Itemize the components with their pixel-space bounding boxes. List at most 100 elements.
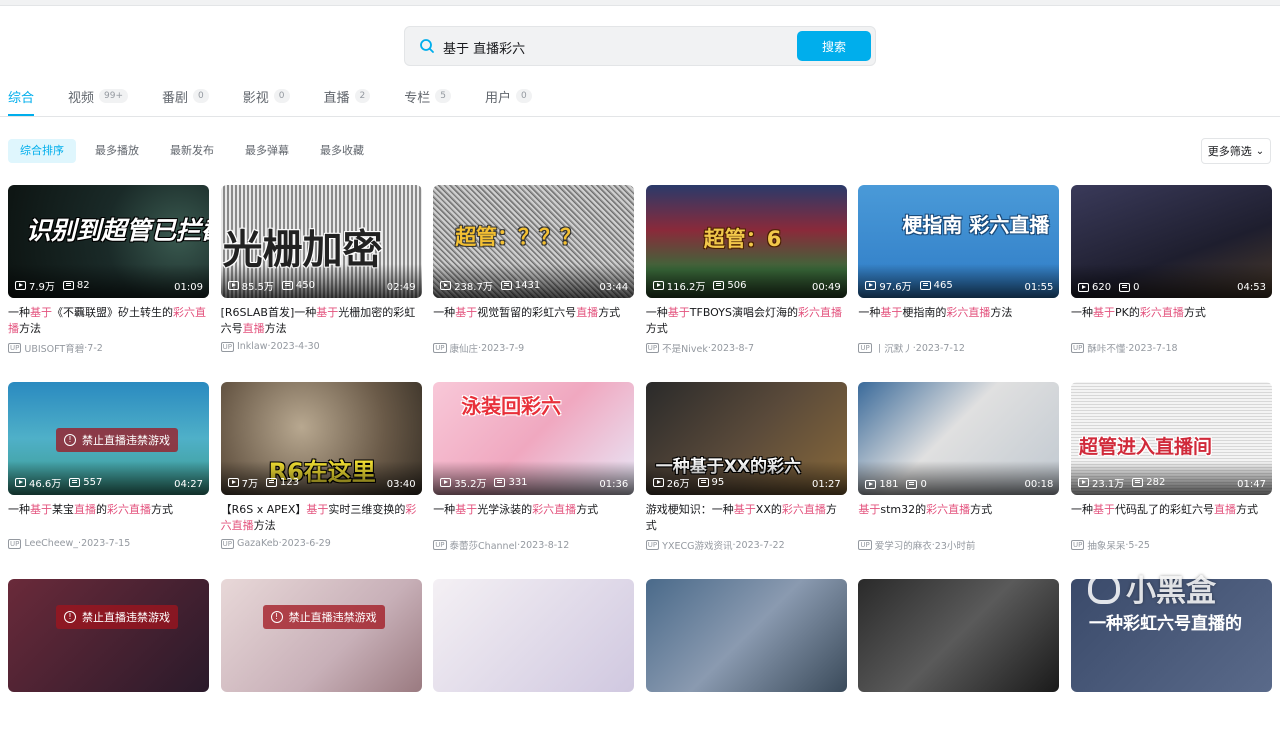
publish-date: 23小时前 xyxy=(934,541,976,552)
sort-most-danmaku[interactable]: 最多弹幕 xyxy=(233,139,301,163)
more-filters-button[interactable]: 更多筛选 ⌄ xyxy=(1201,138,1271,164)
sort-default[interactable]: 综合排序 xyxy=(8,139,76,163)
publish-date: 5-25 xyxy=(1128,539,1150,551)
author-name[interactable]: Inklaw xyxy=(237,341,268,352)
video-title[interactable]: [R6SLAB首发]一种基于光栅加密的彩虹六号直播方法 xyxy=(221,305,422,337)
author-name[interactable]: 康仙庄 xyxy=(450,341,479,355)
video-title[interactable]: 一种基于TFBOYS演唱会灯海的彩六直播方式 xyxy=(646,305,847,337)
video-title[interactable]: 一种基于PK的彩六直播方式 xyxy=(1071,305,1272,337)
video-card[interactable]: R6在这里7万12303:40 【R6S x APEX】基于实时三维变换的彩六直播… xyxy=(220,382,422,559)
author-name[interactable]: 泰蕾莎Channel xyxy=(450,538,518,552)
video-card[interactable]: 181 0 00:18 基于stm32的彩六直播方式 UP 爱学习的麻衣 · 23小时前 xyxy=(858,382,1060,559)
danmaku-count: 557 xyxy=(83,477,103,488)
video-title[interactable]: 游戏梗知识：一种基于XX的彩六直播方式 xyxy=(646,502,847,534)
title-keyword-highlight: 彩六直播 xyxy=(946,306,991,319)
search-button[interactable]: 搜索 xyxy=(797,31,871,61)
video-title[interactable]: 一种基于代码乱了的彩虹六号直播方式 xyxy=(1071,502,1272,534)
tab-label: 直播 xyxy=(323,90,350,106)
video-title[interactable]: 一种基于光学泳装的彩六直播方式 xyxy=(433,502,634,534)
sort-most-played[interactable]: 最多播放 xyxy=(83,139,151,163)
video-card[interactable]: 梗指南 彩六直播 97.6万 465 01:55 一种基于梗指南的彩六直播方法 UP 丨沉默… xyxy=(858,185,1060,362)
danmaku-count: 95 xyxy=(711,477,725,488)
video-thumbnail[interactable]: 超管进入直播间 23.1万 282 01:47 xyxy=(1070,382,1272,495)
title-keyword-highlight: 基于 xyxy=(30,306,52,319)
title-text: 方式 xyxy=(645,322,668,335)
author-name[interactable]: LeeCheew_ xyxy=(24,538,78,549)
video-stats: 116.2万 506 xyxy=(652,278,755,293)
author-name[interactable]: YXECG游戏资讯 xyxy=(662,538,732,552)
video-thumbnail[interactable]: 光栅加密 85.5万 450 02:49 xyxy=(220,185,422,298)
search-box[interactable]: 基于 直播彩六 搜索 xyxy=(404,26,876,66)
video-thumbnail[interactable]: ! 禁止直播违禁游戏 xyxy=(220,579,422,692)
tab-user[interactable]: 用户 0 xyxy=(485,86,532,106)
view-count: 620 xyxy=(1091,282,1112,293)
author-name[interactable]: 酥咔不懂 xyxy=(1087,341,1125,355)
title-keyword-highlight: 基于 xyxy=(455,503,478,516)
video-card[interactable]: 一种基于XX的彩六26万9501:27游戏梗知识：一种基于XX的彩六直播方式UP… xyxy=(645,382,847,559)
video-thumbnail[interactable] xyxy=(858,579,1060,692)
author-name[interactable]: UBISOFT育碧 xyxy=(24,341,84,355)
video-card[interactable]: 620 0 04:53 一种基于PK的彩六直播方式 UP 酥咔不懂 · 2023-7-18 xyxy=(1070,185,1272,362)
video-card[interactable]: 识别到超管已拦截 7.9万 82 01:09 一种基于《不覊联盟》矽土转生的彩六直播方法… xyxy=(8,185,209,362)
video-title[interactable]: 一种基于梗指南的彩六直播方法 xyxy=(858,305,1059,337)
watermark-logo: 小黑盒 xyxy=(1088,566,1216,610)
danmaku-count: 1431 xyxy=(514,280,541,291)
overlay-text: 一种彩虹六号直播的 xyxy=(1088,614,1242,634)
video-thumbnail[interactable]: R6在这里7万12303:40 xyxy=(220,382,422,495)
author-name[interactable]: 抽象呆呆 xyxy=(1087,538,1125,552)
view-count: 26万 xyxy=(666,479,690,490)
tab-bangumi[interactable]: 番剧 0 xyxy=(162,86,209,106)
video-card[interactable]: 超管：？？？ 238.7万 1431 03:44 一种基于视觉暂留的彩虹六号直播方式 UP… xyxy=(433,185,635,362)
sort-newest[interactable]: 最新发布 xyxy=(158,139,226,163)
tab-label: 用户 xyxy=(485,90,512,106)
video-thumbnail[interactable]: 181 0 00:18 xyxy=(858,382,1060,495)
video-card[interactable]: 超管进入直播间 23.1万 282 01:47 一种基于代码乱了的彩虹六号直播方式 UP 抽… xyxy=(1070,382,1272,559)
video-card[interactable] xyxy=(858,579,1060,756)
video-title[interactable]: 基于stm32的彩六直播方式 xyxy=(858,502,1059,534)
video-thumbnail[interactable]: 梗指南 彩六直播 97.6万 465 01:55 xyxy=(858,185,1060,298)
video-thumbnail[interactable] xyxy=(433,579,635,692)
video-card[interactable]: 超管：6 116.2万 506 00:49 一种基于TFBOYS演唱会灯海的彩六直播方式… xyxy=(645,185,847,362)
author-name[interactable]: 不是Nivek xyxy=(662,341,708,355)
publish-date: 2023-4-30 xyxy=(270,341,320,352)
video-thumbnail[interactable]: 识别到超管已拦截 7.9万 82 01:09 xyxy=(8,185,209,298)
video-title[interactable]: 一种基于某宝直播的彩六直播方式 xyxy=(8,502,209,534)
video-thumbnail[interactable]: 超管：？？？ 238.7万 1431 03:44 xyxy=(433,185,635,298)
video-card[interactable] xyxy=(645,579,847,756)
tab-video[interactable]: 视频 99+ xyxy=(68,86,129,106)
tab-article[interactable]: 专栏 5 xyxy=(404,86,452,106)
video-duration: 01:09 xyxy=(174,282,203,293)
up-badge-icon: UP xyxy=(1070,343,1085,353)
video-card[interactable]: 泳装回彩六 35.2万 331 01:36 一种基于光学泳装的彩六直播方式 UP 泰蕾莎Ch… xyxy=(433,382,635,559)
title-text: 方法 xyxy=(990,306,1013,319)
video-thumbnail[interactable]: 一种基于XX的彩六26万9501:27 xyxy=(645,382,847,495)
tab-film[interactable]: 影视 0 xyxy=(243,86,290,106)
video-card[interactable]: ! 禁止直播违禁游戏 46.6万 557 04:27 一种基于某宝直播的彩六直播方式 UP L… xyxy=(8,382,209,559)
sort-most-favorites[interactable]: 最多收藏 xyxy=(308,139,376,163)
author-name[interactable]: GazaKeb xyxy=(237,538,279,549)
video-thumbnail[interactable]: 超管：6 116.2万 506 00:49 xyxy=(645,185,847,298)
author-name[interactable]: 丨沉默丿 xyxy=(875,341,913,355)
video-thumbnail[interactable]: ! 禁止直播违禁游戏 46.6万 557 04:27 xyxy=(8,382,209,495)
video-thumbnail[interactable]: ! 禁止直播违禁游戏 xyxy=(8,579,209,692)
play-count-icon xyxy=(865,480,877,489)
video-title[interactable]: 【R6S x APEX】基于实时三维变换的彩六直播方法 xyxy=(221,502,422,534)
play-count-icon xyxy=(652,281,664,290)
video-title[interactable]: 一种基于《不覊联盟》矽土转生的彩六直播方法 xyxy=(8,305,209,337)
search-input[interactable]: 基于 直播彩六 xyxy=(443,38,525,57)
title-text: 一种 xyxy=(8,306,30,319)
video-title[interactable]: 一种基于视觉暂留的彩虹六号直播方式 xyxy=(433,305,634,337)
video-card[interactable]: 光栅加密 85.5万 450 02:49 [R6SLAB首发]一种基于光栅加密的彩虹六号… xyxy=(220,185,422,362)
video-card[interactable]: ! 禁止直播违禁游戏 xyxy=(220,579,422,756)
video-thumbnail[interactable]: 620 0 04:53 xyxy=(1070,185,1272,298)
video-card[interactable] xyxy=(433,579,635,756)
video-meta: UP 泰蕾莎Channel · 2023-8-12 xyxy=(433,538,634,552)
danmaku-count: 282 xyxy=(1146,477,1166,488)
video-thumbnail[interactable]: 泳装回彩六 35.2万 331 01:36 xyxy=(433,382,635,495)
author-name[interactable]: 爱学习的麻衣 xyxy=(875,538,932,552)
tab-live[interactable]: 直播 2 xyxy=(324,86,371,106)
up-badge-icon: UP xyxy=(8,538,22,549)
video-card[interactable]: ! 禁止直播违禁游戏 xyxy=(8,579,209,756)
tab-all[interactable]: 综合 xyxy=(8,86,34,106)
video-thumbnail[interactable] xyxy=(645,579,847,692)
